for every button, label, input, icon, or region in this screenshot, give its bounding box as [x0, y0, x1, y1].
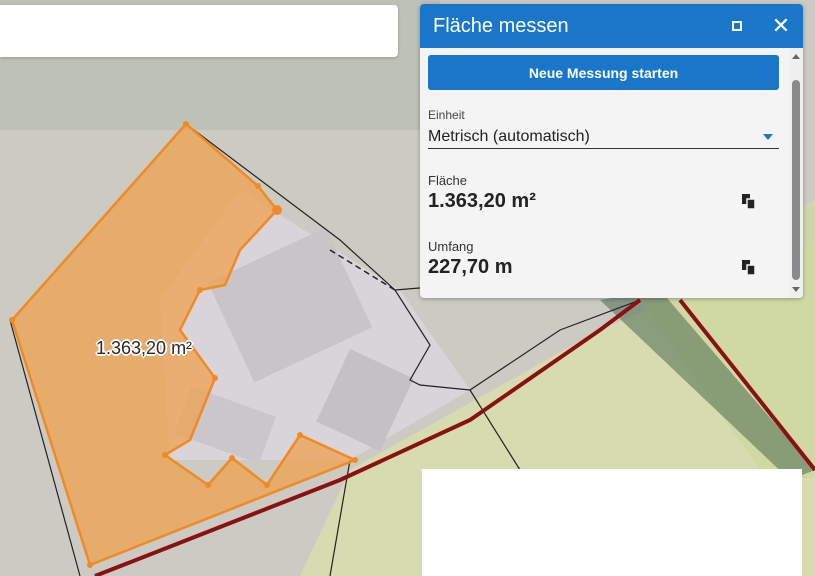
panel-header: Fläche messen ✕ [420, 4, 803, 48]
close-button[interactable]: ✕ [759, 4, 803, 48]
area-value: 1.363,20 m² [428, 190, 536, 212]
area-map-label: 1.363,20 m² [96, 338, 193, 358]
panel-body: Neue Messung starten Einheit Metrisch (a… [420, 48, 789, 298]
search-box[interactable] [0, 5, 398, 57]
area-section: Fläche 1.363,20 m² [428, 173, 781, 213]
measure-area-panel: Fläche messen ✕ Neue Messung starten Ein… [420, 4, 803, 298]
start-measurement-button[interactable]: Neue Messung starten [428, 55, 779, 90]
dropdown-caret-icon [763, 134, 773, 140]
perimeter-value: 227,70 m [428, 256, 513, 278]
copy-area-icon[interactable] [740, 193, 758, 211]
close-icon: ✕ [771, 13, 791, 38]
overlay-box [422, 469, 802, 576]
unit-label: Einheit [428, 108, 465, 122]
maximize-icon [732, 21, 742, 31]
area-label: Fläche [428, 173, 468, 188]
maximize-button[interactable] [715, 4, 759, 48]
perimeter-label: Umfang [428, 239, 474, 254]
perimeter-section: Umfang 227,70 m [428, 239, 781, 279]
unit-select[interactable]: Metrisch (automatisch) [428, 126, 779, 149]
scroll-up-icon[interactable] [792, 54, 800, 59]
panel-scrollbar[interactable] [789, 48, 803, 298]
copy-perimeter-icon[interactable] [740, 259, 758, 277]
panel-title: Fläche messen [433, 14, 569, 37]
scroll-thumb[interactable] [792, 80, 800, 280]
unit-select-value: Metrisch (automatisch) [428, 128, 590, 145]
scroll-down-icon[interactable] [792, 287, 800, 292]
